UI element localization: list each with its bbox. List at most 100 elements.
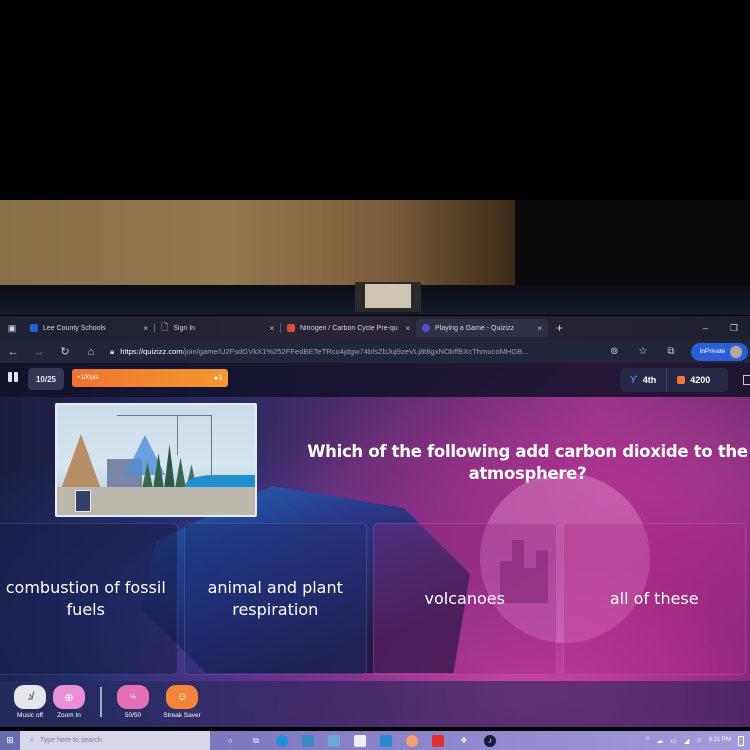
wall-background <box>0 200 515 285</box>
file-explorer-icon[interactable] <box>302 734 314 747</box>
taskbar-clock[interactable]: 9:21 PM <box>709 737 731 744</box>
powerup-label: Streak Saver <box>163 712 201 719</box>
edge-icon[interactable] <box>276 734 288 747</box>
fifty-fifty-icon: ½ <box>117 685 149 709</box>
fullscreen-icon[interactable] <box>743 375 750 385</box>
coin-icon <box>677 376 686 384</box>
tab-playing-a-game[interactable]: Playing a Game - Quizizz × <box>416 319 548 337</box>
windows-taskbar: ⊞ ⌕ Type here to search ○ ⧉ ❖ ♪ ^ ☁ ▭ ◢ … <box>0 731 750 750</box>
url-host: https://quizizz.com <box>120 347 183 356</box>
diagram-volcano <box>61 434 101 489</box>
search-icon: ⌕ <box>30 736 34 744</box>
answer-options: combustion of fossil fuels animal and pl… <box>0 523 750 675</box>
cortana-icon[interactable]: ○ <box>224 735 236 747</box>
dropbox-icon[interactable]: ❖ <box>458 735 470 747</box>
tab-lee-county-schools[interactable]: Lee County Schools × <box>24 319 154 337</box>
streak-count: 3 <box>218 374 222 382</box>
powerup-label: 50/50 <box>124 712 142 719</box>
bonus-bar: +100pts ●3 <box>72 369 228 387</box>
question-image[interactable] <box>55 403 257 517</box>
url-path: /join/game/U2FsdGVkX1%252FFedBETeTRco4jd… <box>182 347 529 356</box>
mail-icon[interactable] <box>380 734 392 747</box>
task-view-icon[interactable]: ⧉ <box>250 735 262 747</box>
tab-actions-icon[interactable]: ▣ <box>0 323 24 334</box>
refresh-icon[interactable]: ↻ <box>52 345 78 358</box>
volume-icon[interactable]: ♫ <box>696 737 701 744</box>
diagram-arrow <box>177 415 178 455</box>
windows-start-icon[interactable]: ⊞ <box>0 735 20 746</box>
minimize-button[interactable]: – <box>703 323 708 334</box>
notification-icon[interactable] <box>738 735 744 746</box>
youtube-icon[interactable] <box>432 734 444 747</box>
close-tab-icon[interactable]: × <box>405 324 410 333</box>
forward-arrow-icon[interactable]: → <box>26 346 52 358</box>
question-text: Which of the following add carbon dioxid… <box>307 442 748 483</box>
new-tab-button[interactable]: + <box>556 321 563 335</box>
medal-icon: ϒ <box>630 374 638 386</box>
lock-icon: 🔒︎ <box>110 346 115 356</box>
streak-saver-button[interactable]: ☺ Streak Saver <box>152 685 212 719</box>
question-counter: 10/25 <box>28 368 64 390</box>
dark-background <box>515 200 750 285</box>
zoom-in-button[interactable]: ⊕ Zoom In <box>39 685 99 719</box>
back-arrow-icon[interactable]: ← <box>0 346 26 358</box>
taskbar-apps: ○ ⧉ ❖ ♪ <box>224 734 496 747</box>
streak-indicator: ●3 <box>214 375 222 382</box>
powerups-bar: ♪̸ Music off ⊕ Zoom In ½ 50/50 ☺ Streak … <box>0 681 750 727</box>
score-value: 4200 <box>690 375 711 385</box>
player-stats: ϒ 4th 4200 <box>620 368 728 392</box>
close-tab-icon[interactable]: × <box>143 324 148 333</box>
diagram-legend <box>75 490 91 512</box>
quizizz-game-area: 10/25 +100pts ●3 ϒ 4th 4200 Which of the… <box>0 363 750 727</box>
score-display: 4200 <box>667 375 710 385</box>
powerup-label: Zoom In <box>57 712 81 719</box>
url-field[interactable]: 🔒︎ https://quizizz.com/join/game/U2FsdGV… <box>110 347 600 357</box>
browser-address-bar: ← → ↻ ⌂ 🔒︎ https://quizizz.com/join/game… <box>0 340 750 363</box>
streak-saver-icon: ☺ <box>166 685 198 709</box>
close-tab-icon[interactable]: × <box>537 324 542 333</box>
word-icon[interactable] <box>354 734 366 747</box>
tab-label: Playing a Game - Quizizz <box>435 324 514 332</box>
wifi-icon[interactable]: ◢ <box>684 737 689 745</box>
tab-nitrogen-carbon-cycle[interactable]: Nitrogen / Carbon Cycle Pre-qu × <box>281 319 416 337</box>
home-icon[interactable]: ⌂ <box>78 346 104 358</box>
taskbar-search[interactable]: ⌕ Type here to search <box>20 731 210 750</box>
inprivate-label: InPrivate <box>699 348 726 355</box>
store-icon[interactable] <box>328 734 340 747</box>
rank-display: ϒ 4th <box>620 368 668 392</box>
show-hidden-icons[interactable]: ^ <box>646 737 649 744</box>
answer-option-4[interactable]: all of these <box>562 523 746 675</box>
powerup-divider <box>100 687 102 717</box>
favorites-icon[interactable]: ☆ <box>638 346 647 357</box>
tab-label: Lee County Schools <box>43 324 106 332</box>
page-icon: 🗋 <box>161 322 169 332</box>
read-aloud-icon[interactable]: ⊚ <box>610 346 618 357</box>
restore-button[interactable]: ❐ <box>730 323 738 334</box>
close-tab-icon[interactable]: × <box>269 324 274 333</box>
battery-icon[interactable]: ▭ <box>670 737 677 745</box>
webcam-cover <box>355 282 421 312</box>
collections-icon[interactable]: ⧉ <box>667 346 674 357</box>
rank-value: 4th <box>642 375 657 385</box>
inprivate-badge[interactable]: InPrivate <box>690 342 749 361</box>
search-placeholder: Type here to search <box>39 737 102 744</box>
school-favicon-icon <box>30 324 38 332</box>
quiz-favicon-icon <box>287 324 295 332</box>
diagram-arrow <box>117 415 212 416</box>
game-top-bar: 10/25 +100pts ●3 ϒ 4th 4200 <box>0 363 750 397</box>
system-tray: ^ ☁ ▭ ◢ ♫ 9:21 PM <box>646 735 750 746</box>
toolbar-icons: ⊚ ☆ ⧉ <box>610 346 675 357</box>
app-icon[interactable] <box>406 734 418 747</box>
tab-label: Nitrogen / Carbon Cycle Pre-qu <box>300 324 398 332</box>
answer-option-1[interactable]: combustion of fossil fuels <box>0 523 178 675</box>
onedrive-icon[interactable]: ☁ <box>656 737 663 745</box>
profile-avatar <box>730 345 743 358</box>
tiktok-icon[interactable]: ♪ <box>484 734 496 747</box>
zoom-in-icon: ⊕ <box>53 685 85 709</box>
tab-sign-in[interactable]: 🗋 Sign In × <box>155 319 280 337</box>
photo-background-top <box>0 0 750 200</box>
answer-option-3[interactable]: volcanoes <box>373 523 557 675</box>
pause-icon[interactable] <box>8 372 20 386</box>
answer-option-2[interactable]: animal and plant respiration <box>183 523 367 675</box>
browser-tab-bar: ▣ Lee County Schools × 🗋 Sign In × Nitro… <box>0 316 750 340</box>
